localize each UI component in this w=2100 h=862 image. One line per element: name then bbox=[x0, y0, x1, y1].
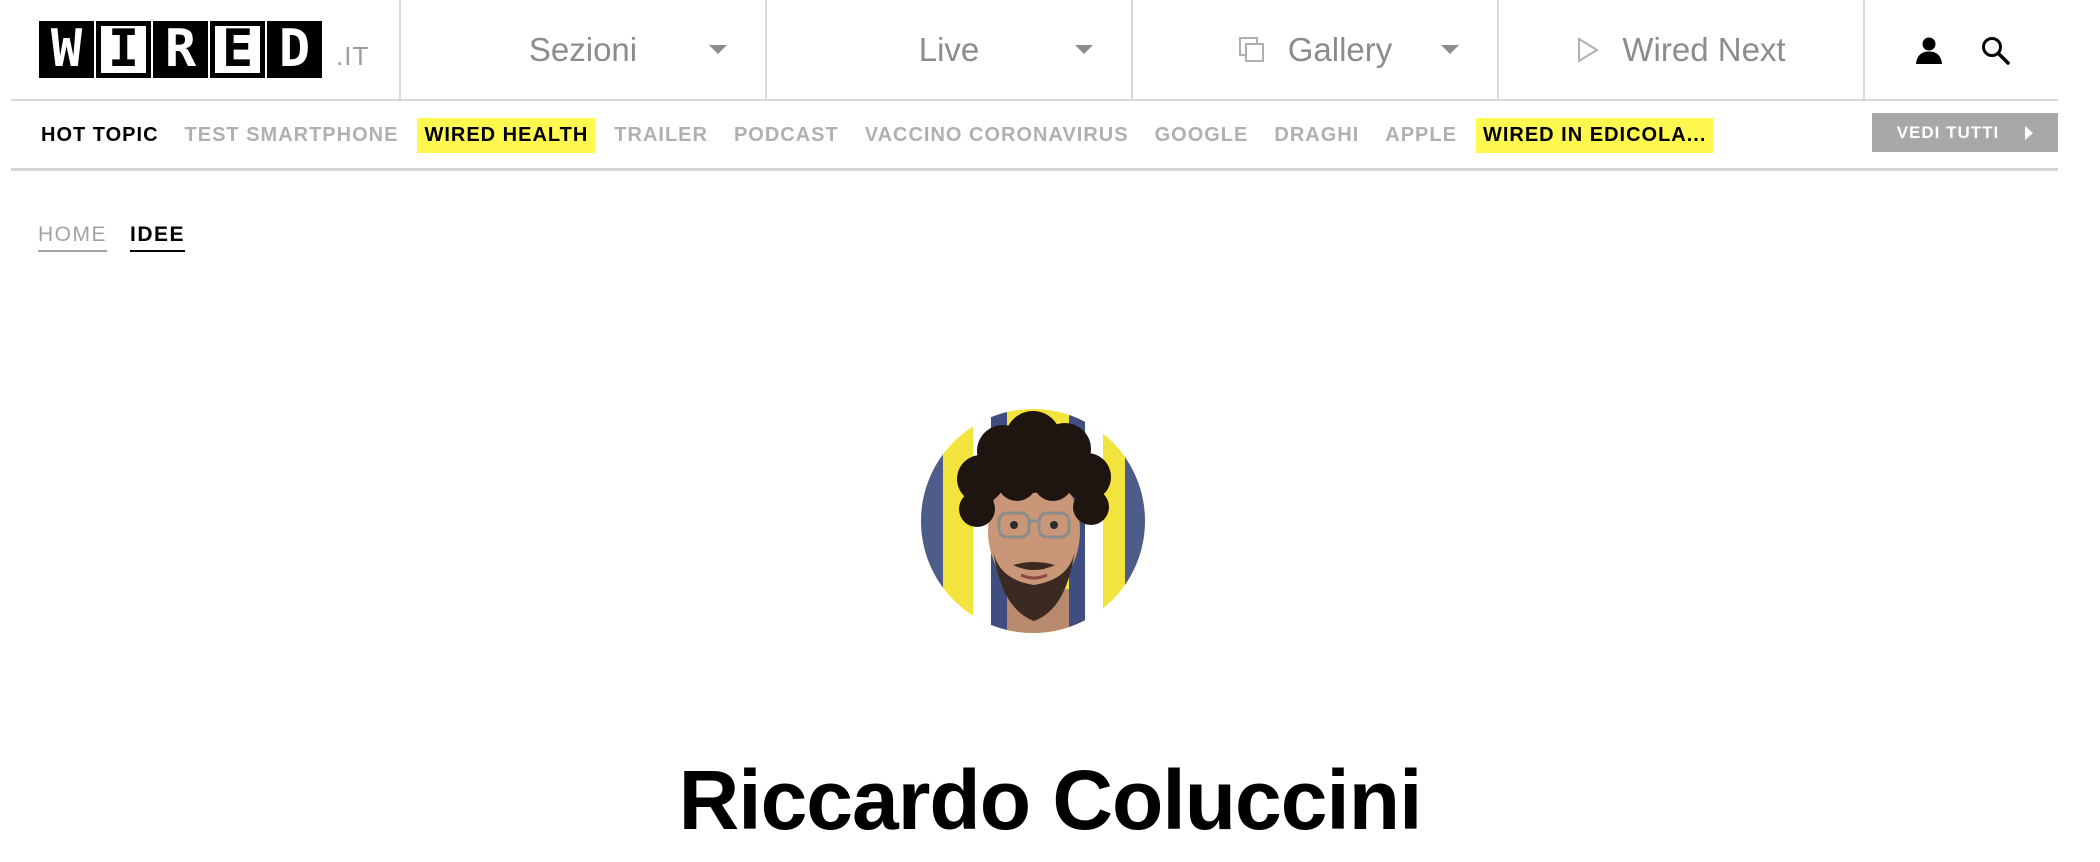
nav-gallery[interactable]: Gallery bbox=[1133, 0, 1499, 99]
nav-live[interactable]: Live bbox=[767, 0, 1133, 99]
nav-wired-next[interactable]: Wired Next bbox=[1499, 0, 1865, 99]
breadcrumb: HOME IDEE bbox=[38, 223, 186, 252]
author-name: Riccardo Coluccini bbox=[678, 753, 1423, 847]
chevron-down-icon bbox=[1441, 45, 1459, 54]
hot-topic-item[interactable]: PODCAST bbox=[734, 124, 839, 147]
hot-topic-item-highlighted[interactable]: WIRED IN EDICOLA... bbox=[1475, 117, 1714, 153]
chevron-down-icon bbox=[709, 45, 727, 54]
wired-logo[interactable]: W I R E D bbox=[39, 21, 322, 78]
nav-sezioni[interactable]: Sezioni bbox=[401, 0, 767, 99]
logo-letter: W bbox=[39, 21, 94, 78]
play-icon bbox=[1576, 36, 1600, 64]
hot-topic-item[interactable]: APPLE bbox=[1385, 124, 1457, 147]
hot-topic-item[interactable]: DRAGHI bbox=[1274, 124, 1359, 147]
nav-label: Sezioni bbox=[528, 30, 638, 68]
breadcrumb-home[interactable]: HOME bbox=[38, 223, 107, 252]
logo-container[interactable]: W I R E D .IT bbox=[11, 0, 401, 99]
logo-suffix: .IT bbox=[336, 41, 370, 71]
hot-topic-item-highlighted[interactable]: WIRED HEALTH bbox=[417, 117, 596, 153]
logo-letter: E bbox=[210, 21, 265, 78]
author-avatar bbox=[921, 409, 1145, 633]
header-utilities bbox=[1865, 0, 2058, 99]
hot-topic-bar: HOT TOPIC TEST SMARTPHONE WIRED HEALTH T… bbox=[11, 102, 2058, 171]
logo-letter: R bbox=[153, 21, 208, 78]
see-all-button[interactable]: VEDI TUTTI bbox=[1872, 113, 2058, 152]
chevron-right-icon bbox=[2025, 125, 2034, 140]
hot-topic-item[interactable]: TEST SMARTPHONE bbox=[185, 124, 399, 147]
main-header: W I R E D .IT Sezioni Live Gallery Wired… bbox=[11, 0, 2058, 101]
nav-label: Live bbox=[918, 30, 980, 68]
hot-topic-item[interactable]: GOOGLE bbox=[1155, 124, 1249, 147]
hot-topic-item[interactable]: VACCINO CORONAVIRUS bbox=[865, 124, 1129, 147]
nav-label: Gallery bbox=[1287, 30, 1393, 68]
breadcrumb-current[interactable]: IDEE bbox=[130, 223, 186, 252]
hot-topic-item[interactable]: TRAILER bbox=[614, 124, 708, 147]
gallery-icon bbox=[1238, 36, 1266, 64]
see-all-label: VEDI TUTTI bbox=[1896, 122, 2000, 142]
chevron-down-icon bbox=[1075, 45, 1093, 54]
search-icon[interactable] bbox=[1980, 35, 2010, 65]
hot-topic-label: HOT TOPIC bbox=[41, 123, 159, 146]
user-icon[interactable] bbox=[1914, 35, 1944, 65]
logo-letter: I bbox=[96, 21, 151, 78]
nav-label: Wired Next bbox=[1622, 30, 1786, 68]
logo-letter: D bbox=[267, 21, 322, 78]
